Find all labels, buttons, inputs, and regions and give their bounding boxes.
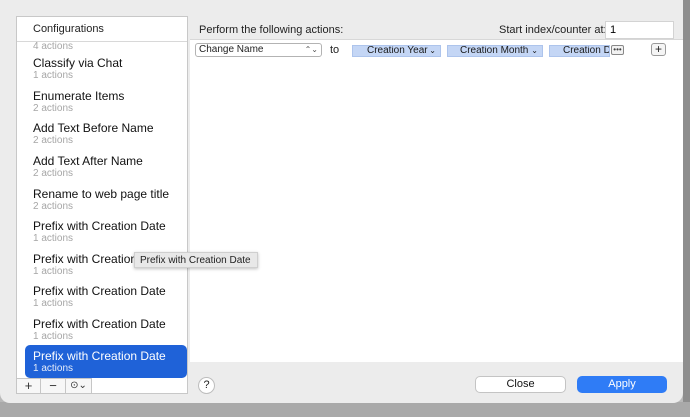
chevron-down-icon: ⌄ bbox=[429, 46, 436, 55]
sidebar-header: Configurations bbox=[17, 17, 187, 42]
start-index-input[interactable] bbox=[605, 21, 674, 39]
list-item[interactable]: Classify via Chat 1 actions bbox=[17, 56, 187, 88]
list-item[interactable]: Prefix with Creation Date 1 actions bbox=[17, 284, 187, 316]
item-name: Add Text Before Name bbox=[33, 121, 154, 135]
list-item[interactable]: Add Text After Name 2 actions bbox=[17, 154, 187, 186]
item-name: Prefix with Creation Date bbox=[33, 349, 166, 363]
add-configuration-button[interactable]: + bbox=[16, 378, 41, 394]
help-button[interactable]: ? bbox=[198, 377, 215, 394]
to-label: to bbox=[330, 44, 340, 56]
item-name: Add Text After Name bbox=[33, 154, 143, 168]
tooltip: Prefix with Creation Date bbox=[134, 252, 258, 268]
chevron-updown-icon: ⌃⌄ bbox=[304, 45, 318, 54]
remove-configuration-button[interactable]: − bbox=[40, 378, 66, 394]
background-window bbox=[683, 0, 690, 417]
start-index-label: Start index/counter at: bbox=[499, 24, 607, 36]
token-creation-year[interactable]: Creation Year ⌄ bbox=[352, 45, 441, 57]
item-name: Prefix with Creation Date bbox=[33, 284, 166, 298]
configuration-menu-button[interactable]: ⊙⌄ bbox=[65, 378, 92, 394]
token-label: Creation D bbox=[563, 45, 610, 56]
item-name: Prefix with Creation Date bbox=[33, 317, 166, 331]
configurations-list[interactable]: 4 actions Classify via Chat 1 actions En… bbox=[17, 41, 187, 395]
actions-area bbox=[190, 62, 683, 362]
item-count: 1 actions bbox=[33, 363, 74, 374]
perform-actions-label: Perform the following actions: bbox=[199, 24, 344, 36]
item-name: Prefix with Creation bbox=[33, 252, 138, 266]
ellipsis-icon[interactable]: ••• bbox=[611, 45, 624, 55]
add-action-button[interactable]: + bbox=[651, 43, 666, 56]
item-name: Rename to web page title bbox=[33, 187, 170, 201]
item-count: 1 actions bbox=[33, 233, 74, 244]
list-item-selected[interactable]: Prefix with Creation Date 1 actions bbox=[25, 345, 187, 378]
item-name: Prefix with Creation Date bbox=[33, 219, 166, 233]
item-count: 2 actions bbox=[33, 135, 74, 146]
batch-rename-dialog: Configurations 4 actions Classify via Ch… bbox=[0, 0, 683, 403]
sidebar-footer: + − ⊙⌄ bbox=[16, 378, 188, 395]
item-count: 2 actions bbox=[33, 201, 74, 212]
apply-button[interactable]: Apply bbox=[577, 376, 667, 393]
item-count: 1 actions bbox=[33, 266, 74, 277]
list-item[interactable]: Enumerate Items 2 actions bbox=[17, 89, 187, 121]
list-item[interactable]: Add Text Before Name 2 actions bbox=[17, 121, 187, 153]
item-count: 1 actions bbox=[33, 298, 74, 309]
item-count: 4 actions bbox=[33, 41, 74, 52]
token-creation-day[interactable]: Creation D bbox=[549, 45, 610, 57]
action-type-select[interactable]: Change Name ⌃⌄ bbox=[195, 43, 322, 57]
background-window-bottom bbox=[0, 402, 690, 417]
chevron-down-icon: ⌄ bbox=[531, 46, 538, 55]
sidebar-title: Configurations bbox=[33, 23, 104, 35]
item-count: 1 actions bbox=[33, 331, 74, 342]
token-creation-month[interactable]: Creation Month ⌄ bbox=[447, 45, 543, 57]
item-count: 1 actions bbox=[33, 70, 74, 81]
token-label: Creation Year bbox=[367, 45, 428, 56]
item-count: 2 actions bbox=[33, 103, 74, 114]
item-count: 2 actions bbox=[33, 168, 74, 179]
configurations-sidebar: Configurations 4 actions Classify via Ch… bbox=[16, 16, 188, 394]
token-label: Creation Month bbox=[460, 45, 529, 56]
item-name: Classify via Chat bbox=[33, 56, 123, 70]
close-button[interactable]: Close bbox=[475, 376, 566, 393]
item-name: Enumerate Items bbox=[33, 89, 125, 103]
action-type-value: Change Name bbox=[199, 44, 264, 55]
list-item[interactable]: Rename to web page title 2 actions bbox=[17, 187, 187, 219]
list-item[interactable]: Prefix with Creation Date 1 actions bbox=[17, 219, 187, 251]
